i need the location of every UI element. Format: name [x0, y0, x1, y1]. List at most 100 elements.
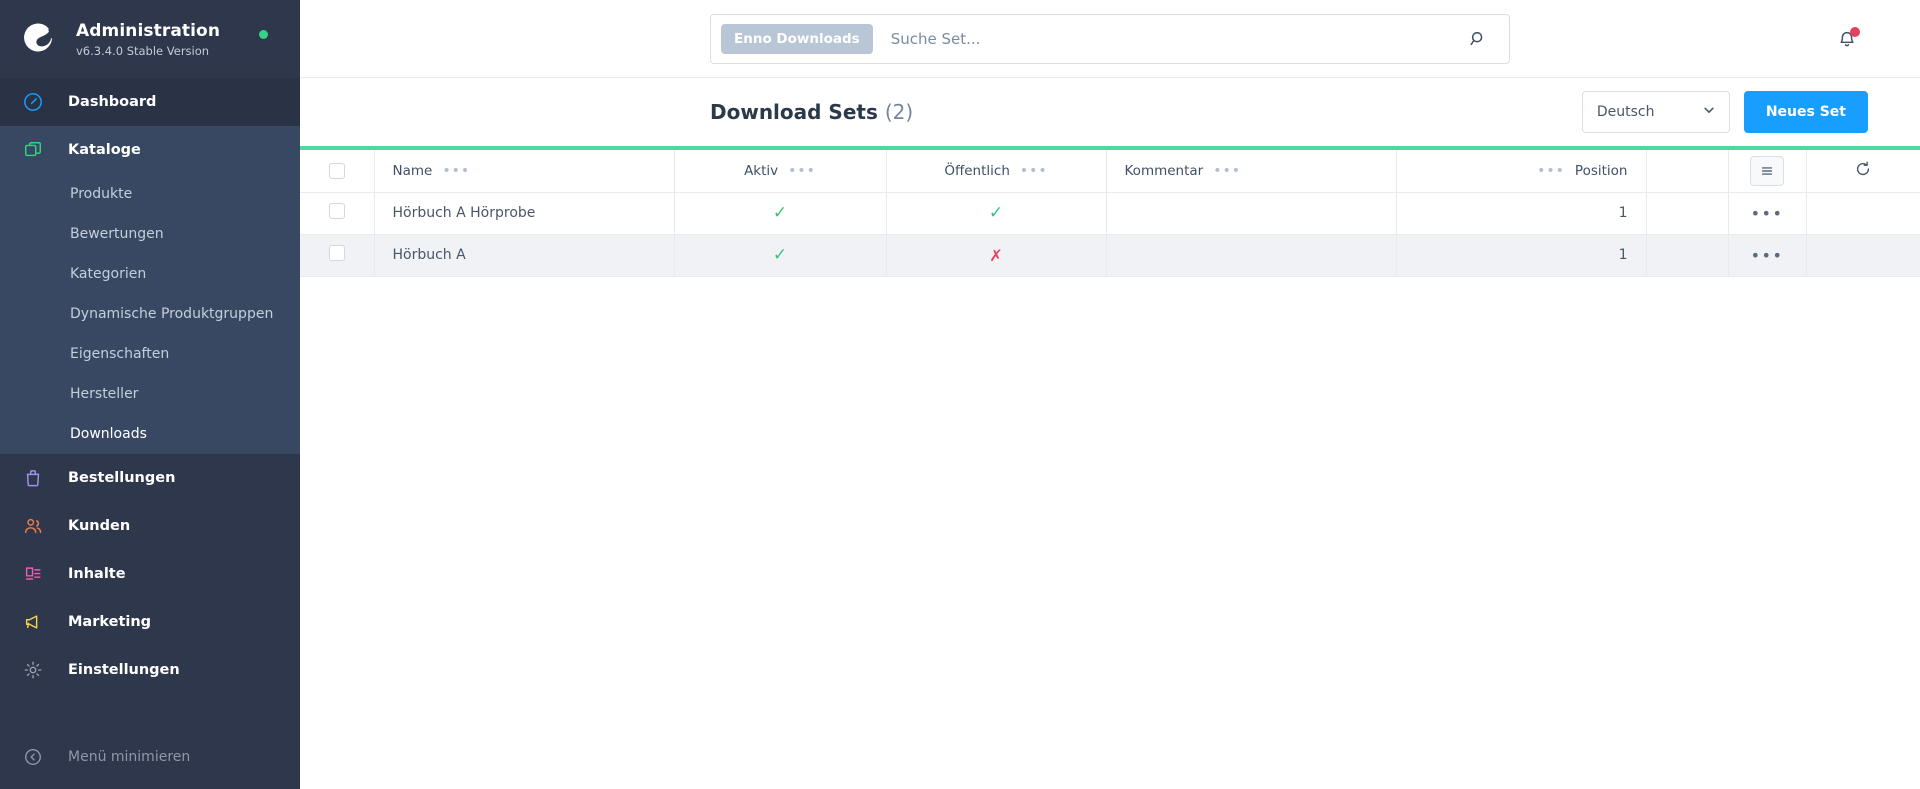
cell-spacer — [1646, 234, 1729, 277]
cell-trailing — [1806, 192, 1920, 235]
row-context-menu-cell: ••• — [1728, 192, 1807, 235]
catalogues-icon — [20, 140, 46, 160]
list-settings-icon[interactable] — [1750, 155, 1784, 186]
dashboard-icon — [20, 92, 46, 112]
cell-oeffentlich: ✗ — [886, 234, 1107, 277]
row-checkbox[interactable] — [328, 203, 345, 219]
sidebar-subitem-downloads[interactable]: Downloads — [0, 414, 300, 454]
search-scope-tag[interactable]: Enno Downloads — [721, 23, 873, 54]
sidebar-item-bestellungen[interactable]: Bestellungen — [0, 454, 300, 502]
check-icon: ✓ — [988, 203, 1004, 223]
context-menu-dots-icon[interactable]: ••• — [1751, 246, 1784, 265]
sidebar-item-kataloge[interactable]: Kataloge — [0, 126, 300, 174]
sidebar-item-kunden[interactable]: Kunden — [0, 502, 300, 550]
table-row[interactable]: Hörbuch A Hörprobe ✓ ✓ 1 ••• — [300, 192, 1920, 235]
column-menu-icon[interactable]: ••• — [442, 164, 470, 178]
cell-oeffentlich: ✓ — [886, 192, 1107, 235]
table-row[interactable]: Hörbuch A ✓ ✗ 1 ••• — [300, 234, 1920, 277]
sidebar-collapse-button[interactable]: Menü minimieren — [0, 725, 300, 789]
cross-icon: ✗ — [989, 245, 1003, 265]
select-all-checkbox[interactable] — [328, 162, 345, 179]
cell-kommentar — [1106, 234, 1397, 277]
row-select-cell — [300, 192, 375, 235]
sidebar-item-marketing[interactable]: Marketing — [0, 598, 300, 646]
check-icon: ✓ — [772, 203, 788, 223]
admin-app: Administration v6.3.4.0 Stable Version D… — [0, 0, 1920, 789]
search-icon[interactable] — [1461, 30, 1495, 48]
cell-kommentar — [1106, 192, 1397, 235]
sidebar-subitem-label: Produkte — [70, 186, 133, 202]
status-dot — [259, 30, 268, 39]
row-context-menu-cell: ••• — [1728, 234, 1807, 277]
table-header-row: Name ••• Aktiv ••• Öffentlich ••• Kommen… — [300, 150, 1920, 193]
sidebar-subitem-label: Dynamische Produktgruppen — [70, 306, 274, 322]
page-title-text: Download Sets — [710, 100, 878, 124]
column-menu-icon[interactable]: ••• — [1213, 164, 1241, 178]
page-header: Download Sets (2) Deutsch Neues Set — [300, 78, 1920, 146]
sidebar-item-inhalte[interactable]: Inhalte — [0, 550, 300, 598]
cell-name: Hörbuch A — [374, 234, 675, 277]
notification-badge-dot — [1850, 26, 1860, 37]
sidebar-item-einstellungen[interactable]: Einstellungen — [0, 646, 300, 694]
new-set-button[interactable]: Neues Set — [1743, 91, 1868, 133]
sidebar-item-label: Inhalte — [68, 566, 126, 582]
brand-title: Administration — [76, 20, 221, 41]
language-select[interactable]: Deutsch — [1581, 91, 1730, 133]
sidebar-item-label: Bestellungen — [68, 470, 176, 486]
marketing-icon — [20, 612, 46, 632]
sidebar-subitem-label: Bewertungen — [70, 226, 164, 242]
brand-header[interactable]: Administration v6.3.4.0 Stable Version — [0, 0, 300, 78]
column-header-position[interactable]: ••• Position — [1396, 150, 1647, 193]
column-menu-icon[interactable]: ••• — [1537, 164, 1565, 178]
column-label: Name — [392, 162, 433, 179]
column-header-kommentar[interactable]: Kommentar ••• — [1106, 150, 1397, 193]
sidebar-item-dashboard[interactable]: Dashboard — [0, 78, 300, 126]
cell-spacer — [1646, 192, 1729, 235]
sidebar-item-label: Kunden — [68, 518, 131, 534]
notifications-button[interactable] — [1832, 24, 1862, 54]
sidebar-subitem-bewertungen[interactable]: Bewertungen — [0, 214, 300, 254]
column-header-name[interactable]: Name ••• — [374, 150, 675, 193]
sidebar-subitem-dynamische-produktgruppen[interactable]: Dynamische Produktgruppen — [0, 294, 300, 334]
main-area: Enno Downloads Download Sets — [300, 0, 1920, 789]
page-title: Download Sets (2) — [710, 100, 913, 124]
sidebar-subitem-hersteller[interactable]: Hersteller — [0, 374, 300, 414]
sidebar: Administration v6.3.4.0 Stable Version D… — [0, 0, 300, 789]
sidebar-collapse-label: Menü minimieren — [68, 749, 191, 765]
sidebar-item-label: Kataloge — [68, 142, 141, 158]
sidebar-subitem-label: Hersteller — [70, 386, 139, 402]
table-head: Name ••• Aktiv ••• Öffentlich ••• Kommen… — [300, 150, 1920, 193]
sidebar-subitem-label: Kategorien — [70, 266, 147, 282]
column-menu-icon[interactable]: ••• — [788, 164, 816, 178]
column-menu-icon[interactable]: ••• — [1020, 164, 1048, 178]
column-label: Kommentar — [1124, 162, 1204, 179]
sidebar-subitem-label: Downloads — [70, 426, 147, 442]
row-checkbox[interactable] — [328, 245, 345, 261]
sidebar-subitem-label: Eigenschaften — [70, 346, 170, 362]
cell-trailing — [1806, 234, 1920, 277]
global-search-bar[interactable]: Enno Downloads — [710, 13, 1510, 64]
cell-name: Hörbuch A Hörprobe — [374, 192, 675, 235]
sidebar-item-label: Dashboard — [68, 94, 157, 110]
page-header-actions: Deutsch Neues Set — [1581, 91, 1868, 133]
context-menu-dots-icon[interactable]: ••• — [1751, 204, 1784, 223]
language-select-value: Deutsch — [1596, 104, 1655, 120]
cell-position: 1 — [1396, 234, 1647, 277]
sidebar-subitem-eigenschaften[interactable]: Eigenschaften — [0, 334, 300, 374]
column-header-oeffentlich[interactable]: Öffentlich ••• — [886, 150, 1107, 193]
check-icon: ✓ — [772, 245, 788, 265]
search-input[interactable] — [872, 29, 1461, 48]
sidebar-subitem-produkte[interactable]: Produkte — [0, 174, 300, 214]
row-select-cell — [300, 234, 375, 277]
content-icon — [20, 564, 46, 584]
refresh-icon[interactable] — [1854, 161, 1872, 182]
data-grid: Name ••• Aktiv ••• Öffentlich ••• Kommen… — [300, 146, 1920, 789]
cell-position: 1 — [1396, 192, 1647, 235]
download-sets-table: Name ••• Aktiv ••• Öffentlich ••• Kommen… — [300, 150, 1920, 277]
sidebar-item-label: Einstellungen — [68, 662, 180, 678]
sidebar-group-kataloge: Kataloge Produkte Bewertungen Kategorien… — [0, 126, 300, 454]
topbar: Enno Downloads — [300, 0, 1920, 78]
refresh-cell — [1806, 150, 1920, 193]
column-header-aktiv[interactable]: Aktiv ••• — [674, 150, 887, 193]
sidebar-subitem-kategorien[interactable]: Kategorien — [0, 254, 300, 294]
